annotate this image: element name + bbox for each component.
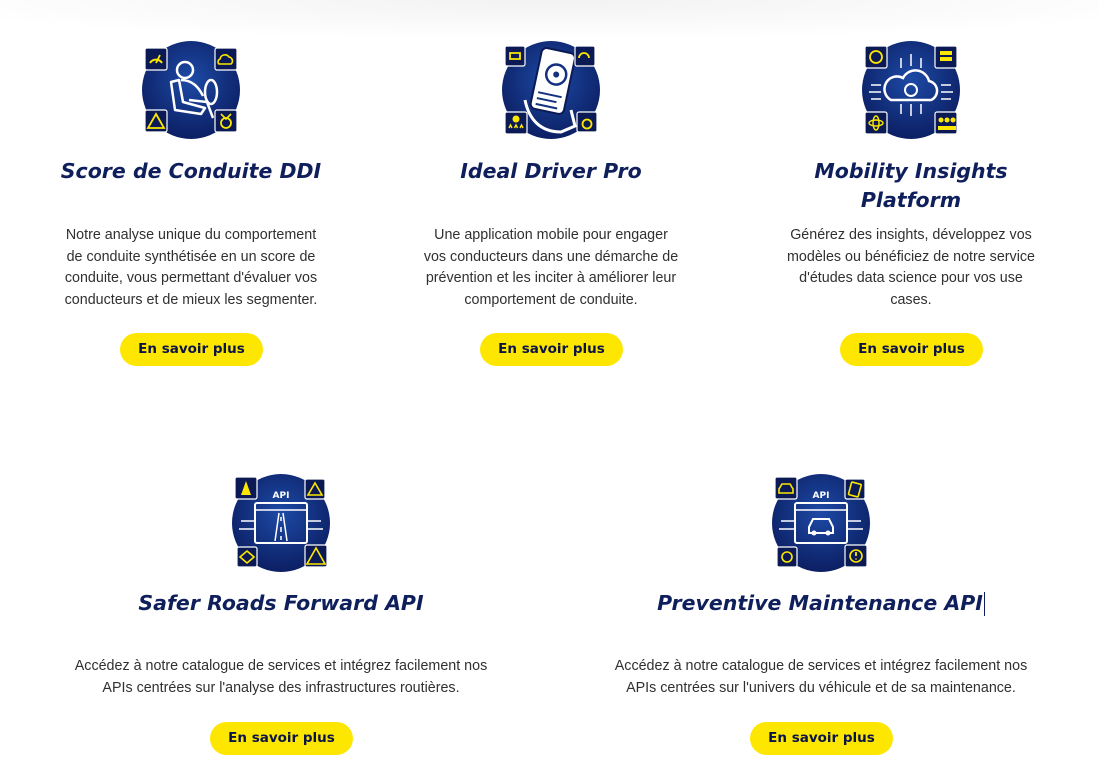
road-api-icon: API — [231, 473, 331, 573]
product-title: Ideal Driver Pro — [460, 159, 642, 183]
driver-behavior-icon — [141, 40, 241, 140]
learn-more-button-preventive-maintenance-api[interactable]: En savoir plus — [750, 722, 893, 755]
learn-more-button-ideal-driver-pro[interactable]: En savoir plus — [480, 333, 623, 366]
header-shadow — [0, 0, 1099, 40]
product-description: Notre analyse unique du comportement de … — [64, 227, 318, 309]
product-title: Score de Conduite DDI — [60, 159, 322, 183]
product-description: Une application mobile pour engager vos … — [423, 227, 679, 309]
mobile-app-icon — [501, 40, 601, 140]
cloud-data-icon — [861, 40, 961, 140]
learn-more-button-mobility-insights[interactable]: En savoir plus — [840, 333, 983, 366]
text-cursor — [983, 592, 985, 616]
product-title: Safer Roads Forward API — [138, 591, 424, 615]
vehicle-api-icon: API — [771, 473, 871, 573]
product-description: Accédez à notre catalogue de services et… — [614, 658, 1028, 696]
api-badge-label: API — [813, 491, 830, 501]
product-card-preventive-maintenance-api: API Preventive Maintenance API Accédez à… — [571, 473, 1071, 699]
api-badge-label: API — [273, 491, 290, 501]
product-description: Générez des insights, développez vos mod… — [787, 227, 1035, 309]
product-card-safer-roads-api: API Safer Roads Forward API Accédez à no… — [31, 473, 531, 699]
product-title: Preventive Maintenance API — [657, 589, 985, 618]
product-description: Accédez à notre catalogue de services et… — [74, 658, 488, 696]
product-title: Mobility Insights Platform — [814, 159, 1008, 212]
product-card-mobility-insights: Mobility Insights Platform Générez des i… — [761, 40, 1061, 312]
product-title-text: Preventive Maintenance API — [657, 591, 983, 615]
product-card-ideal-driver-pro: Ideal Driver Pro Une application mobile … — [401, 40, 701, 312]
learn-more-button-safer-roads-api[interactable]: En savoir plus — [210, 722, 353, 755]
learn-more-button-score-conduite[interactable]: En savoir plus — [120, 333, 263, 366]
product-card-score-conduite: Score de Conduite DDI Notre analyse uniq… — [41, 40, 341, 312]
